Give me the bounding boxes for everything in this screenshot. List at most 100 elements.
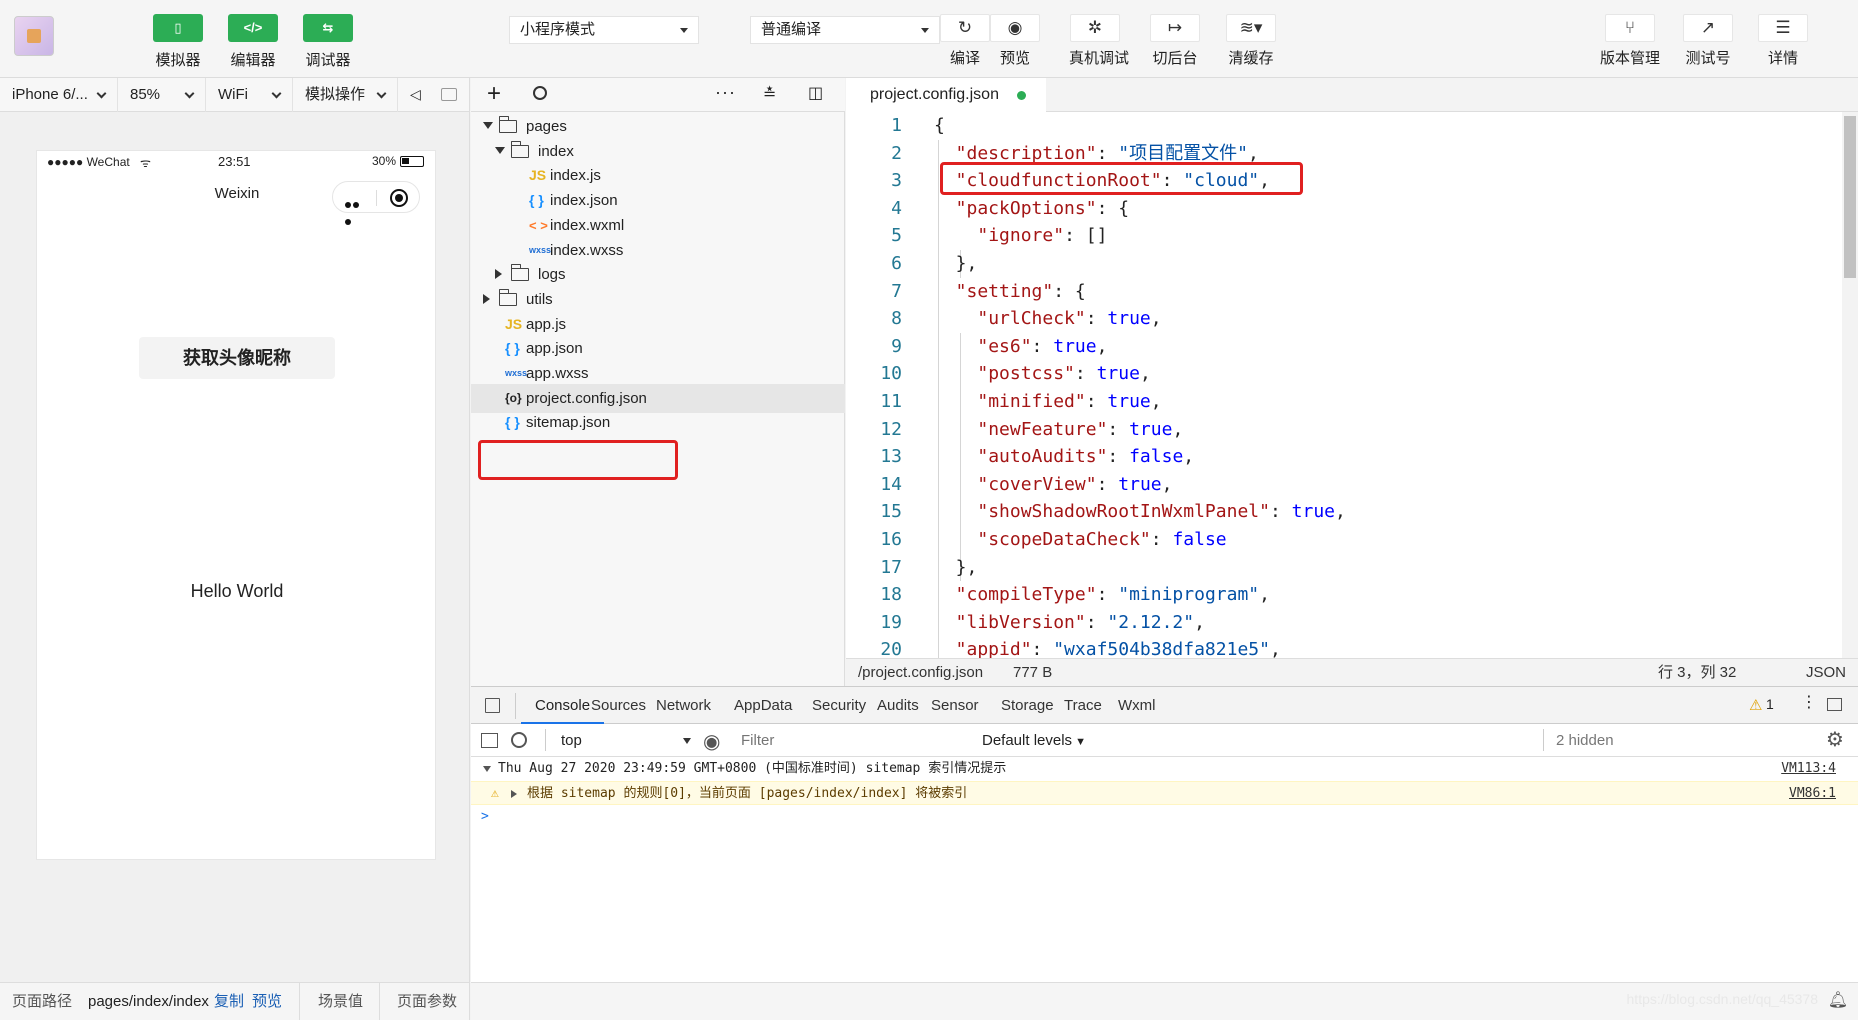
code-line[interactable]: 19 "libVersion": "2.12.2", <box>846 609 1846 637</box>
more-icon[interactable]: ··· <box>715 82 736 103</box>
scrollbar-thumb[interactable] <box>1844 116 1856 278</box>
console-output[interactable]: Thu Aug 27 2020 23:49:59 GMT+0800 (中国标准时… <box>471 757 1858 982</box>
code-line[interactable]: 5 "ignore": [] <box>846 222 1846 250</box>
collapse-icon[interactable]: ≛ <box>763 84 776 104</box>
chevron-right-icon[interactable] <box>483 293 490 304</box>
phone-status-bar: ●●●●● WeChat ᯤ 23:51 30% <box>37 151 437 175</box>
file-tree-item[interactable]: { } sitemap.json <box>471 408 845 437</box>
code-line[interactable]: 12 "newFeature": true, <box>846 416 1846 444</box>
json-punctuation: , <box>1172 418 1184 440</box>
code-line[interactable]: 17}, <box>846 554 1846 582</box>
clear-console-icon[interactable] <box>511 732 527 748</box>
devtools-tab-sources[interactable]: Sources <box>591 687 646 725</box>
search-icon[interactable] <box>533 86 547 100</box>
editor-scrollbar[interactable] <box>1842 112 1858 658</box>
devtools-tab-trace[interactable]: Trace <box>1064 687 1102 725</box>
status-cursor[interactable]: 行 3，列 32 <box>1658 659 1736 687</box>
line-number: 1 <box>891 115 902 136</box>
context-select[interactable]: top <box>561 724 695 757</box>
warning-icon[interactable]: ⚠ <box>1749 696 1762 714</box>
details-button[interactable]: ☰ 详情 <box>1758 14 1808 68</box>
kebab-menu-icon[interactable]: ⋮ <box>1801 694 1817 712</box>
devtools-tab-storage[interactable]: Storage <box>1001 687 1054 725</box>
sidebar-toggle-icon[interactable] <box>481 733 498 748</box>
bell-icon[interactable]: 🔔︎ <box>1828 990 1848 1010</box>
get-avatar-button[interactable]: 获取头像昵称 <box>139 337 335 379</box>
editor-toggle-button[interactable]: </> 编辑器 <box>223 14 283 70</box>
copy-link[interactable]: 复制 <box>214 983 244 1020</box>
zoom-select[interactable]: 85% <box>118 78 206 112</box>
code-line[interactable]: 11 "minified": true, <box>846 388 1846 416</box>
levels-select[interactable]: Default levels ▼ <box>982 724 1086 759</box>
mute-icon[interactable]: ◁ <box>410 86 421 103</box>
console-prompt[interactable]: > <box>471 805 1858 829</box>
devtools-tab-appdata[interactable]: AppData <box>734 687 792 725</box>
phone-screen[interactable]: ●●●●● WeChat ᯤ 23:51 30% Weixin 获取头像昵称 H… <box>36 150 436 860</box>
code-line[interactable]: 7 "setting": { <box>846 278 1846 306</box>
clear-cache-button[interactable]: ≋▾ 清缓存 <box>1225 14 1277 68</box>
code-line[interactable]: 14 "coverView": true, <box>846 471 1846 499</box>
device-select[interactable]: iPhone 6/... <box>0 78 118 112</box>
split-icon[interactable]: ◫ <box>808 83 823 103</box>
expand-right-icon[interactable] <box>511 790 517 798</box>
inspect-icon[interactable] <box>485 698 500 713</box>
network-select[interactable]: WiFi <box>206 78 293 112</box>
code-line[interactable]: 16 "scopeDataCheck": false <box>846 526 1846 554</box>
preview-link[interactable]: 预览 <box>252 983 282 1020</box>
code-line[interactable]: 8 "urlCheck": true, <box>846 305 1846 333</box>
code-line[interactable]: 20 "appid": "wxaf504b38dfa821e5", <box>846 636 1846 658</box>
test-account-button[interactable]: ↗ 测试号 <box>1680 14 1736 68</box>
add-icon[interactable]: + <box>487 80 501 108</box>
warning-row[interactable]: ⚠ 根据 sitemap 的规则[0]，当前页面 [pages/index/in… <box>471 781 1858 805</box>
code-line[interactable]: 15 "showShadowRootInWxmlPanel": true, <box>846 498 1846 526</box>
devtools-tab-sensor[interactable]: Sensor <box>931 687 979 725</box>
background-button[interactable]: ↦ 切后台 <box>1149 14 1201 68</box>
screen-icon[interactable] <box>441 88 457 101</box>
chevron-down-icon[interactable] <box>495 146 505 154</box>
preview-button[interactable]: ◉ 预览 <box>990 14 1040 68</box>
chevron-down-icon[interactable] <box>483 122 493 129</box>
code-line[interactable]: 4 "packOptions": { <box>846 195 1846 223</box>
debugger-toggle-button[interactable]: ⇆ 调试器 <box>298 14 358 70</box>
devtools-tab-security[interactable]: Security <box>812 687 866 725</box>
compile-button[interactable]: ↻ 编译 <box>940 14 990 68</box>
devtools-tab-wxml[interactable]: Wxml <box>1118 687 1156 725</box>
eye-icon[interactable]: ◉ <box>703 726 720 759</box>
log-group-header[interactable]: Thu Aug 27 2020 23:49:59 GMT+0800 (中国标准时… <box>471 757 1858 781</box>
code-line[interactable]: 9 "es6": true, <box>846 333 1846 361</box>
gear-icon[interactable]: ⚙ <box>1826 724 1844 757</box>
page-params-button[interactable]: 页面参数 <box>397 983 457 1020</box>
simulator-toggle-button[interactable]: ▯ 模拟器 <box>148 14 208 70</box>
undock-icon[interactable] <box>1827 698 1842 711</box>
status-language[interactable]: JSON <box>1806 659 1846 687</box>
code-text: "autoAudits": false, <box>977 443 1194 471</box>
mode-select[interactable]: 小程序模式 <box>509 16 699 44</box>
code-text: { <box>934 112 945 140</box>
expand-down-icon[interactable] <box>483 766 491 772</box>
chevron-down-icon <box>271 88 282 99</box>
project-avatar[interactable] <box>14 16 54 56</box>
compile-select[interactable]: 普通编译 <box>750 16 940 44</box>
warning-count[interactable]: 1 <box>1766 696 1774 712</box>
line-number: 2 <box>891 142 902 164</box>
console-filter-input[interactable] <box>733 728 969 753</box>
devtools-tab-network[interactable]: Network <box>656 687 711 725</box>
code-line[interactable]: 1{ <box>846 112 1846 140</box>
scene-value-button[interactable]: 场景值 <box>318 983 363 1020</box>
hidden-count[interactable]: 2 hidden <box>1556 724 1614 757</box>
editor-tab[interactable]: project.config.json <box>846 78 1046 112</box>
chevron-right-icon[interactable] <box>495 269 502 280</box>
source-link[interactable]: VM113:4 <box>1781 757 1836 781</box>
version-control-button[interactable]: ⑂ 版本管理 <box>1600 14 1660 68</box>
more-icon[interactable] <box>345 195 367 225</box>
capsule-menu[interactable] <box>332 181 420 225</box>
remote-debug-button[interactable]: ✲ 真机调试 <box>1069 14 1129 68</box>
source-link[interactable]: VM86:1 <box>1789 782 1836 806</box>
code-line[interactable]: 13 "autoAudits": false, <box>846 443 1846 471</box>
code-line[interactable]: 10 "postcss": true, <box>846 360 1846 388</box>
code-line[interactable]: 18 "compileType": "miniprogram", <box>846 581 1846 609</box>
code-line[interactable]: 6}, <box>846 250 1846 278</box>
close-circle-icon[interactable] <box>390 189 408 207</box>
operation-select[interactable]: 模拟操作 <box>293 78 398 112</box>
devtools-tab-audits[interactable]: Audits <box>877 687 919 725</box>
